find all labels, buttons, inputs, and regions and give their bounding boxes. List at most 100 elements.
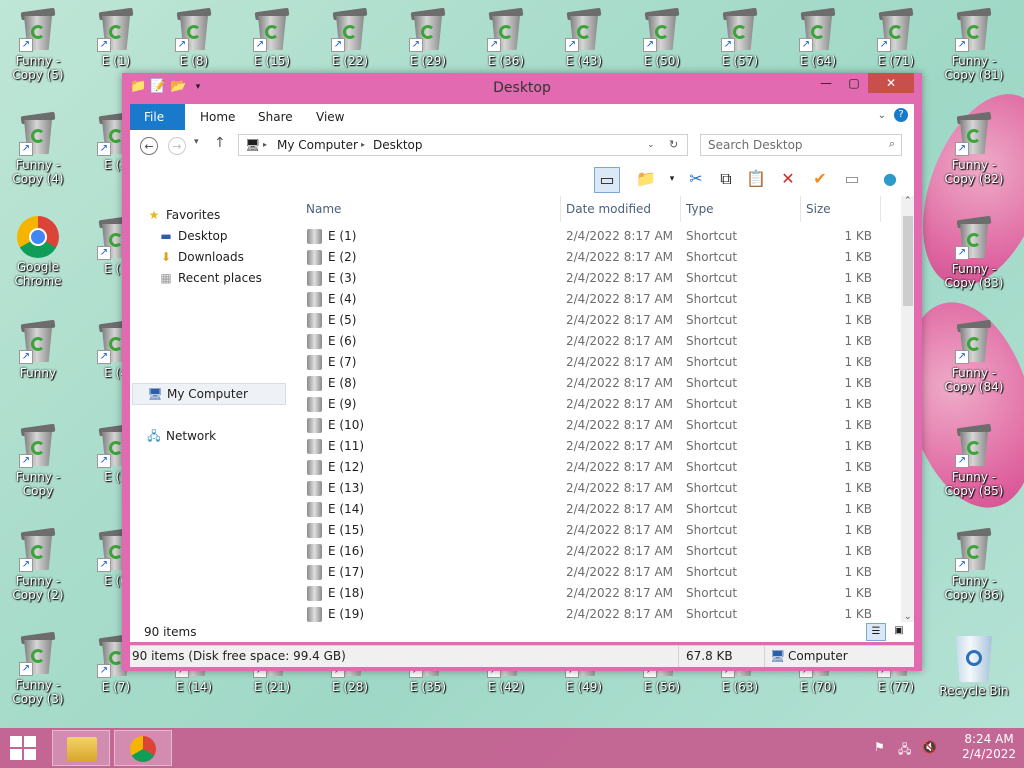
column-header-date[interactable]: Date modified	[566, 196, 651, 222]
file-row[interactable]: E (3) 2/4/2022 8:17 AM Shortcut 1 KB	[300, 268, 900, 289]
nav-network[interactable]: 🖧 Network	[146, 426, 216, 446]
file-row[interactable]: E (15) 2/4/2022 8:17 AM Shortcut 1 KB	[300, 520, 900, 541]
volume-muted-icon[interactable]: 🔇	[922, 740, 937, 754]
column-divider[interactable]	[680, 196, 681, 222]
vertical-scrollbar[interactable]: ⌃ ⌄	[901, 196, 914, 622]
shortcut-file-icon	[307, 397, 322, 412]
nav-recent-places[interactable]: ▦ Recent places	[158, 268, 262, 288]
shortcut-file-icon	[307, 355, 322, 370]
desktop-icon[interactable]: ↗ Funny - Copy (82)	[938, 106, 1010, 204]
up-button[interactable]: ↑	[214, 135, 226, 151]
desktop-icon[interactable]: ↗ Funny - Copy (4)	[2, 106, 74, 204]
scrollbar-thumb[interactable]	[903, 216, 913, 306]
file-row[interactable]: E (11) 2/4/2022 8:17 AM Shortcut 1 KB	[300, 436, 900, 457]
file-size: 1 KB	[844, 586, 872, 600]
desktop-icon[interactable]: Google Chrome	[2, 210, 74, 308]
tab-share[interactable]: Share	[244, 104, 307, 130]
help-icon[interactable]: ?	[894, 108, 908, 122]
file-type: Shortcut	[686, 439, 738, 453]
column-header-size[interactable]: Size	[806, 196, 831, 222]
recent-locations-icon[interactable]: ▾	[194, 137, 199, 147]
large-icons-view-icon[interactable]: ▣	[890, 623, 908, 639]
paste-icon[interactable]: 📋	[744, 167, 768, 191]
refresh-icon[interactable]: ↻	[669, 135, 678, 155]
action-center-icon[interactable]: ⚑	[874, 740, 885, 754]
title-bar[interactable]: 📁 📝 📂 ▾ Desktop — ▢ ✕	[122, 73, 922, 104]
tab-home[interactable]: Home	[186, 104, 249, 130]
explorer-window[interactable]: 📁 📝 📂 ▾ Desktop — ▢ ✕ File Home Share Vi…	[122, 73, 922, 671]
nav-desktop[interactable]: ▬ Desktop	[158, 226, 227, 246]
desktop-icon[interactable]: ↗ Funny - Copy (5)	[2, 2, 74, 100]
desktop-icon[interactable]: ↗ Funny - Copy (86)	[938, 522, 1010, 620]
scroll-up-icon[interactable]: ⌃	[904, 196, 912, 206]
start-button[interactable]	[10, 736, 38, 760]
file-row[interactable]: E (18) 2/4/2022 8:17 AM Shortcut 1 KB	[300, 583, 900, 604]
breadcrumb-my-computer[interactable]: My Computer	[277, 135, 358, 155]
file-row[interactable]: E (5) 2/4/2022 8:17 AM Shortcut 1 KB	[300, 310, 900, 331]
file-row[interactable]: E (7) 2/4/2022 8:17 AM Shortcut 1 KB	[300, 352, 900, 373]
close-button[interactable]: ✕	[868, 73, 914, 93]
file-type: Shortcut	[686, 334, 738, 348]
tab-file[interactable]: File	[130, 104, 185, 130]
breadcrumb-desktop[interactable]: Desktop	[373, 135, 423, 155]
nav-downloads[interactable]: ⬇ Downloads	[158, 247, 244, 267]
delete-icon[interactable]: ✕	[776, 167, 800, 191]
file-row[interactable]: E (13) 2/4/2022 8:17 AM Shortcut 1 KB	[300, 478, 900, 499]
desktop-icon[interactable]: ↗ Funny - Copy	[2, 418, 74, 516]
desktop-icon[interactable]: ↗ Funny - Copy (2)	[2, 522, 74, 620]
nav-favorites[interactable]: ★ Favorites	[146, 205, 221, 225]
file-row[interactable]: E (8) 2/4/2022 8:17 AM Shortcut 1 KB	[300, 373, 900, 394]
file-type: Shortcut	[686, 607, 738, 621]
taskbar-chrome[interactable]	[114, 730, 172, 766]
file-row[interactable]: E (10) 2/4/2022 8:17 AM Shortcut 1 KB	[300, 415, 900, 436]
file-row[interactable]: E (4) 2/4/2022 8:17 AM Shortcut 1 KB	[300, 289, 900, 310]
tab-view[interactable]: View	[302, 104, 358, 130]
search-icon[interactable]: ⌕	[889, 137, 895, 151]
back-button[interactable]: ←	[140, 137, 158, 155]
forward-button[interactable]: →	[168, 137, 186, 155]
desktop-icon[interactable]: ↗ Funny - Copy (84)	[938, 314, 1010, 412]
desktop-icon[interactable]: ↗ Funny - Copy (85)	[938, 418, 1010, 516]
file-row[interactable]: E (1) 2/4/2022 8:17 AM Shortcut 1 KB	[300, 226, 900, 247]
details-view-icon[interactable]: ☰	[866, 623, 886, 641]
file-row[interactable]: E (6) 2/4/2022 8:17 AM Shortcut 1 KB	[300, 331, 900, 352]
nav-my-computer[interactable]: 🖥 My Computer	[132, 383, 286, 405]
file-row[interactable]: E (2) 2/4/2022 8:17 AM Shortcut 1 KB	[300, 247, 900, 268]
taskbar-file-explorer[interactable]	[52, 730, 110, 766]
file-row[interactable]: E (14) 2/4/2022 8:17 AM Shortcut 1 KB	[300, 499, 900, 520]
chevron-down-icon[interactable]: ▾	[660, 167, 684, 191]
rename-icon[interactable]: ▭	[840, 167, 864, 191]
address-dropdown-icon[interactable]: ⌄	[647, 135, 655, 155]
cut-icon[interactable]: ✂	[684, 167, 708, 191]
clock[interactable]: 8:24 AM 2/4/2022	[962, 732, 1016, 762]
desktop-icon[interactable]: ↗ Funny - Copy (83)	[938, 210, 1010, 308]
desktop-icon[interactable]: ↗ Funny - Copy (81)	[938, 2, 1010, 100]
file-row[interactable]: E (16) 2/4/2022 8:17 AM Shortcut 1 KB	[300, 541, 900, 562]
address-bar[interactable]: 🖥 ▸ My Computer ▸ Desktop ⌄ ↻	[238, 134, 688, 156]
desktop-icon[interactable]: ↗ Funny - Copy (3)	[2, 626, 74, 724]
maximize-button[interactable]: ▢	[840, 73, 868, 93]
minimize-button[interactable]: —	[812, 73, 840, 93]
check-icon[interactable]: ✔	[808, 167, 832, 191]
globe-icon[interactable]: ●	[878, 167, 902, 191]
file-row[interactable]: E (9) 2/4/2022 8:17 AM Shortcut 1 KB	[300, 394, 900, 415]
column-header-name[interactable]: Name	[306, 196, 556, 222]
network-tray-icon[interactable]: 🖧	[898, 740, 911, 761]
preview-pane-icon[interactable]: ▭	[594, 167, 620, 193]
folder-options-icon[interactable]: 📁	[634, 167, 658, 191]
column-divider[interactable]	[560, 196, 561, 222]
expand-ribbon-icon[interactable]: ⌄	[878, 110, 886, 121]
column-divider[interactable]	[800, 196, 801, 222]
file-row[interactable]: E (17) 2/4/2022 8:17 AM Shortcut 1 KB	[300, 562, 900, 583]
file-row[interactable]: E (19) 2/4/2022 8:17 AM Shortcut 1 KB	[300, 604, 900, 622]
desktop-icon[interactable]: ↗ Funny	[2, 314, 74, 412]
scroll-down-icon[interactable]: ⌄	[904, 612, 912, 622]
search-box[interactable]: Search Desktop ⌕	[700, 134, 902, 156]
copy-icon[interactable]: ⧉	[714, 167, 738, 191]
column-divider[interactable]	[880, 196, 881, 222]
recycle-bin-desktop-icon[interactable]: Recycle Bin	[938, 630, 1010, 728]
shortcut-file-icon	[307, 418, 322, 433]
file-row[interactable]: E (12) 2/4/2022 8:17 AM Shortcut 1 KB	[300, 457, 900, 478]
column-header-type[interactable]: Type	[686, 196, 714, 222]
file-name: E (17)	[328, 565, 365, 579]
